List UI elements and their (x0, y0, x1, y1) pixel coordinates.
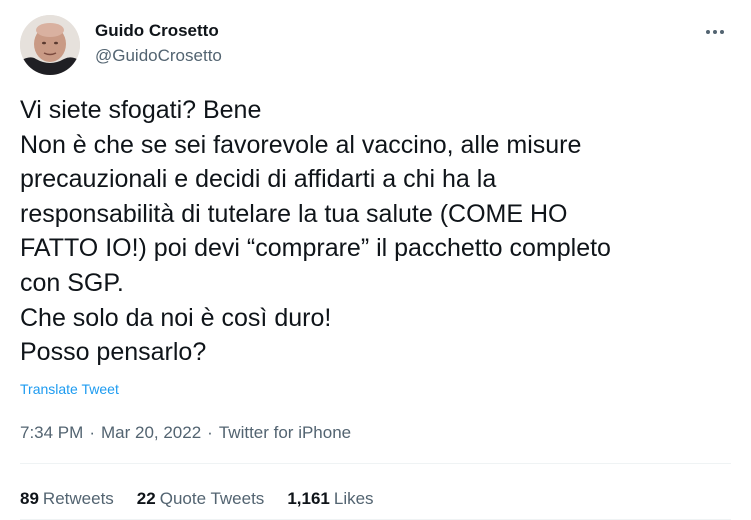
avatar[interactable] (20, 15, 80, 75)
more-options-button[interactable] (700, 20, 730, 44)
tweet-text-line: con SGP. (20, 268, 124, 297)
tweet-date[interactable]: Mar 20, 2022 (101, 423, 201, 442)
tweet-text-line: Non è che se sei favorevole al vaccino, … (20, 130, 582, 159)
retweets-label: Retweets (42, 489, 114, 508)
tweet-text: Vi siete sfogati? Bene Non è che se sei … (20, 93, 735, 370)
likes-stat[interactable]: 1,161 Likes (287, 489, 373, 509)
retweets-stat[interactable]: 89 Retweets (20, 489, 114, 509)
author-handle[interactable]: @GuidoCrosetto (95, 46, 222, 66)
likes-label: Likes (333, 489, 374, 508)
avatar-photo (20, 15, 80, 75)
engagement-stats: 89 Retweets 22 Quote Tweets 1,161 Likes (20, 489, 397, 509)
likes-count: 1,161 (287, 489, 330, 508)
quote-tweets-stat[interactable]: 22 Quote Tweets (137, 489, 265, 509)
tweet-source-link[interactable]: Twitter for iPhone (219, 423, 351, 442)
quote-tweets-label: Quote Tweets (159, 489, 265, 508)
tweet-card: Guido Crosetto @GuidoCrosetto Vi siete s… (0, 0, 751, 520)
more-horizontal-icon (706, 30, 724, 34)
tweet-text-line: Posso pensarlo? (20, 338, 207, 367)
author-name[interactable]: Guido Crosetto (95, 21, 219, 41)
translate-tweet-link[interactable]: Translate Tweet (20, 381, 119, 397)
tweet-text-line: precauzionali e decidi di affidarti a ch… (20, 165, 497, 194)
quote-tweets-count: 22 (136, 489, 156, 508)
tweet-text-line: FATTO IO!) poi devi “comprare” il pacche… (20, 234, 611, 263)
meta-separator: · (89, 423, 95, 442)
tweet-time[interactable]: 7:34 PM (20, 423, 83, 442)
tweet-timestamp: 7:34 PM · Mar 20, 2022 · Twitter for iPhone (20, 423, 351, 443)
tweet-text-line: Vi siete sfogati? Bene (20, 96, 262, 124)
tweet-text-line: responsabilità di tutelare la tua salute… (20, 199, 568, 228)
tweet-text-line: Che solo da noi è così duro! (20, 303, 332, 332)
retweets-count: 89 (20, 489, 39, 508)
meta-separator: · (207, 423, 213, 442)
divider (20, 463, 731, 464)
